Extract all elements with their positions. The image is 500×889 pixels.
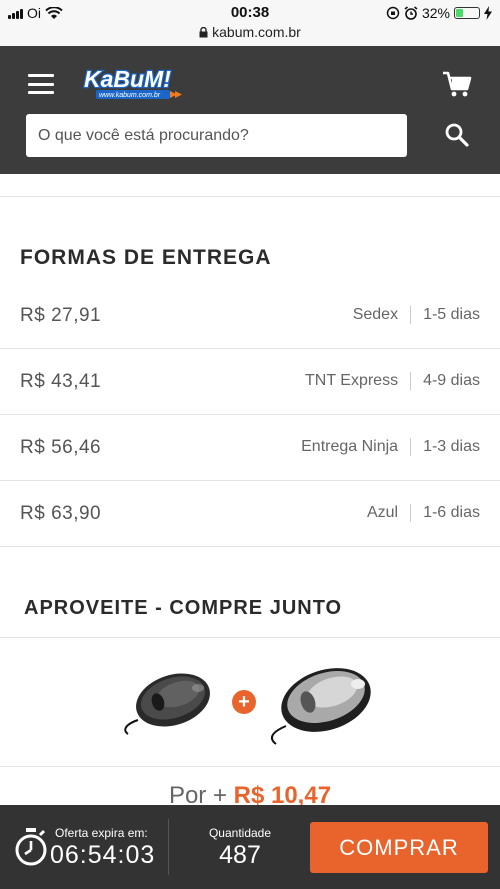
shipping-details: TNT Express 4-9 dias (305, 349, 480, 413)
shipping-details: Azul 1-6 dias (367, 481, 480, 545)
combo-title: APROVEITE - COMPRE JUNTO (24, 597, 343, 619)
address-bar[interactable]: kabum.com.br (0, 24, 500, 40)
svg-text:KaBuM!: KaBuM! (84, 66, 171, 92)
plus-icon: + (232, 690, 256, 714)
shipping-carrier: Azul (366, 504, 399, 521)
separator (410, 504, 412, 522)
combo-products[interactable]: + (0, 637, 500, 767)
menu-icon[interactable] (28, 74, 54, 94)
battery-percent: 32% (421, 5, 450, 21)
search-icon[interactable] (444, 122, 470, 148)
divider (0, 196, 500, 197)
url-text: kabum.com.br (212, 24, 301, 40)
offer-label: Oferta expira em: (55, 826, 148, 840)
shipping-carrier: TNT Express (305, 372, 399, 389)
site-header: KaBuM! www.kabum.com.br (0, 46, 500, 174)
separator (410, 372, 412, 390)
battery-icon (454, 7, 480, 19)
charging-icon (484, 6, 492, 20)
mouse-product-image[interactable] (118, 658, 218, 738)
shipping-details: Entrega Ninja 1-3 dias (301, 415, 480, 479)
shipping-price: R$ 43,41 (20, 371, 102, 392)
orientation-lock-icon (386, 6, 400, 20)
search-input[interactable] (26, 114, 407, 157)
shipping-list: R$ 27,91 Sedex 1-5 dias R$ 43,41 TNT Exp… (0, 283, 500, 547)
shipping-carrier: Entrega Ninja (301, 438, 399, 455)
page-content: FORMAS DE ENTREGA R$ 27,91 Sedex 1-5 dia… (0, 174, 500, 767)
quantity-label: Quantidade (208, 826, 272, 840)
shipping-days: 1-5 dias (423, 306, 480, 323)
shipping-days: 1-6 dias (423, 504, 480, 521)
shipping-price: R$ 56,46 (20, 437, 102, 458)
mouse-product-image[interactable] (262, 652, 382, 746)
shipping-option: R$ 63,90 Azul 1-6 dias (0, 481, 500, 547)
shipping-details: Sedex 1-5 dias (353, 283, 480, 347)
quantity-value: 487 (219, 841, 261, 869)
separator (410, 306, 412, 324)
shipping-price: R$ 27,91 (20, 305, 102, 326)
separator (410, 438, 412, 456)
status-bar: Oi 00:38 kabum.com.br 32% (0, 0, 500, 46)
shipping-carrier: Sedex (352, 306, 399, 323)
lock-icon (199, 26, 208, 38)
cart-icon[interactable] (442, 70, 472, 98)
shipping-days: 4-9 dias (423, 372, 480, 389)
divider (168, 819, 169, 875)
stopwatch-icon (15, 828, 47, 866)
status-right: 32% (386, 5, 492, 21)
shipping-title: FORMAS DE ENTREGA (20, 246, 272, 269)
offer-countdown: 06:54:03 (50, 841, 156, 869)
shipping-option: R$ 27,91 Sedex 1-5 dias (0, 283, 500, 349)
shipping-option: R$ 43,41 TNT Express 4-9 dias (0, 349, 500, 415)
shipping-price: R$ 63,90 (20, 503, 102, 524)
svg-text:www.kabum.com.br: www.kabum.com.br (99, 92, 161, 99)
bottom-bar: Oferta expira em: 06:54:03 Quantidade 48… (0, 805, 500, 889)
shipping-option: R$ 56,46 Entrega Ninja 1-3 dias (0, 415, 500, 481)
kabum-logo[interactable]: KaBuM! www.kabum.com.br (82, 64, 186, 104)
alarm-icon (404, 6, 418, 20)
buy-button[interactable]: COMPRAR (310, 822, 488, 873)
shipping-days: 1-3 dias (423, 438, 480, 455)
